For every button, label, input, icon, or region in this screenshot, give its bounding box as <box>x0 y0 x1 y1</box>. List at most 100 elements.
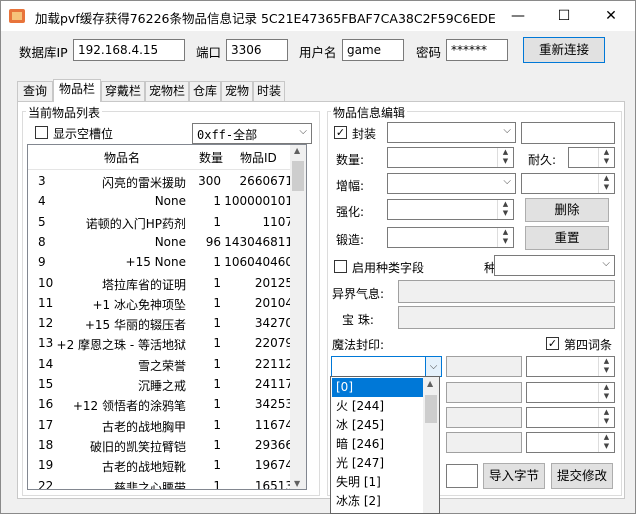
table-row[interactable]: 19 古老的战地短靴 1 19674 <box>28 455 293 475</box>
row-index: 8 <box>38 234 46 249</box>
dropdown-option[interactable]: [0] <box>332 378 424 397</box>
slot-filter-select[interactable]: 0xff-全部 ⌵ <box>192 123 312 144</box>
table-row[interactable]: 3 闪亮的雷米援助 300 2660671 <box>28 171 293 191</box>
magic-seal-stepper-3[interactable]: ▲ ▼ <box>526 407 615 428</box>
seal-label: 封装 <box>352 127 377 141</box>
dropdown-option[interactable]: 暗 [246] <box>332 435 424 454</box>
seal-value-field[interactable] <box>521 122 615 144</box>
row-quantity: 1 <box>213 275 221 290</box>
chevron-down-icon: ⌵ <box>602 258 610 269</box>
row-item-name: +15 None <box>125 255 186 270</box>
tab-pet-bag[interactable]: 宠物栏 <box>145 81 189 101</box>
port-field[interactable]: 3306 <box>226 39 288 61</box>
table-row[interactable]: 15 沉睡之戒 1 24117 <box>28 374 293 394</box>
dropdown-option[interactable]: 火 [244] <box>332 397 424 416</box>
ip-field[interactable]: 192.168.4.15 <box>73 39 185 61</box>
magic-seal-stepper-2[interactable]: ▲ ▼ <box>526 382 615 403</box>
item-table[interactable]: 物品名 数量 物品ID 3 闪亮的雷米援助 300 2660671 4 None 1 1000… <box>27 144 307 490</box>
enable-type-label: 启用种类字段 <box>352 261 425 275</box>
password-field[interactable]: ****** <box>446 39 508 61</box>
type-select[interactable]: ⌵ <box>494 255 615 276</box>
table-row[interactable]: 10 塔拉库省的证明 1 20125 <box>28 273 293 293</box>
dropdown-option[interactable]: 失明 [1] <box>332 473 424 492</box>
tab-inventory[interactable]: 物品栏 <box>53 79 101 102</box>
dropdown-scrollbar[interactable]: ▲ <box>423 377 439 513</box>
enable-type-checkbox[interactable] <box>334 260 347 273</box>
tab-avatar[interactable]: 时装 <box>253 81 285 101</box>
table-row[interactable]: 8 None 96 143046811 <box>28 232 293 252</box>
row-item-name: +2 摩恩之珠 - 等活地狱 <box>56 338 186 353</box>
magic-seal-field-1[interactable] <box>446 356 522 377</box>
magic-seal-stepper-4[interactable]: ▲ ▼ <box>526 432 615 453</box>
table-row[interactable]: 16 +12 领悟者的涂鸦笔 1 34253 <box>28 394 293 414</box>
show-empty-checkbox[interactable] <box>35 126 48 139</box>
row-item-name: 雪之荣誉 <box>137 358 186 373</box>
seal-checkbox[interactable]: ✓ <box>334 126 347 139</box>
amplify-label: 增幅: <box>336 179 365 193</box>
row-index: 4 <box>38 194 46 209</box>
row-quantity: 1 <box>213 194 221 209</box>
close-button[interactable]: ✕ <box>588 1 634 31</box>
magic-seal-select-1[interactable]: ⌵ <box>331 356 442 377</box>
col-header-qty[interactable]: 数量 <box>199 149 223 166</box>
dropdown-option[interactable]: 光 [247] <box>332 454 424 473</box>
chevron-down-icon: ⌵ <box>425 357 441 376</box>
minimize-button[interactable]: — <box>495 1 541 31</box>
magic-seal-stepper-1[interactable]: ▲ ▼ <box>526 356 615 377</box>
table-row[interactable]: 12 +15 华丽的辍压者 1 34270 <box>28 313 293 333</box>
table-row[interactable]: 13 +2 摩恩之珠 - 等活地狱 1 22079 <box>28 333 293 353</box>
gem-field[interactable] <box>398 306 615 329</box>
table-row[interactable]: 18 破旧的凯笑拉臂铠 1 29366 <box>28 435 293 455</box>
scroll-thumb[interactable] <box>425 395 437 423</box>
main-window: 加载pvf缓存获得76226条物品信息记录 5C21E47365FBAF7CA3… <box>0 0 636 514</box>
reinforce-stepper[interactable]: ▲ ▼ <box>387 199 514 220</box>
table-row[interactable]: 22 慈悲之心腰带 1 16513 <box>28 476 293 490</box>
otherworld-field[interactable] <box>398 280 615 303</box>
magic-seal-field-2[interactable] <box>446 382 522 403</box>
magic-seal-field-3[interactable] <box>446 407 522 428</box>
tab-storage[interactable]: 仓库 <box>189 81 221 101</box>
user-label: 用户名 <box>299 45 337 60</box>
amplify-stepper[interactable]: ▲ ▼ <box>521 173 615 194</box>
tab-equipment[interactable]: 穿戴栏 <box>101 81 145 101</box>
dropdown-option[interactable]: 冰冻 [2] <box>332 492 424 511</box>
seal-select[interactable]: ⌵ <box>387 122 516 143</box>
submit-button[interactable]: 提交修改 <box>551 463 613 489</box>
table-row[interactable]: 17 古老的战地胸甲 1 11674 <box>28 415 293 435</box>
scroll-down-icon[interactable]: ▼ <box>294 479 300 488</box>
row-item-name: 慈悲之心腰带 <box>113 480 186 490</box>
row-item-id: 2660671 <box>239 174 293 188</box>
row-item-name: None <box>154 234 186 249</box>
magic-seal-field-4[interactable] <box>446 432 522 453</box>
table-row[interactable]: 14 雪之荣誉 1 22112 <box>28 354 293 374</box>
quantity-stepper[interactable]: ▲ ▼ <box>387 147 514 168</box>
maximize-button[interactable]: ☐ <box>541 1 587 31</box>
table-row[interactable]: 11 +1 冰心免神项坠 1 20104 <box>28 293 293 313</box>
durability-stepper[interactable]: ▲ ▼ <box>568 147 615 168</box>
tab-pet[interactable]: 宠物 <box>221 81 253 101</box>
table-row[interactable]: 9 +15 None 1 106040460 <box>28 252 293 272</box>
col-header-id[interactable]: 物品ID <box>240 149 277 166</box>
bytes-field[interactable] <box>446 464 478 488</box>
table-row[interactable]: 4 None 1 100000101 <box>28 191 293 211</box>
amplify-select[interactable]: ⌵ <box>387 173 516 194</box>
reset-button[interactable]: 重置 <box>525 226 609 250</box>
delete-button[interactable]: 删除 <box>525 198 609 222</box>
import-bytes-button[interactable]: 导入字节 <box>483 463 545 489</box>
dropdown-option[interactable]: 冰 [245] <box>332 416 424 435</box>
table-row[interactable]: 5 诺顿的入门HP药剂 1 1107 <box>28 212 293 232</box>
reconnect-button[interactable]: 重新连接 <box>523 37 605 63</box>
chevron-down-icon: ⌵ <box>503 176 511 187</box>
user-field[interactable]: game <box>342 39 404 61</box>
forge-stepper[interactable]: ▲ ▼ <box>387 227 514 248</box>
fourth-entry-label: 第四词条 <box>564 338 613 352</box>
item-table-scrollbar[interactable]: ▲ ▼ <box>290 145 306 489</box>
col-header-name[interactable]: 物品名 <box>104 149 140 166</box>
tab-query[interactable]: 查询 <box>17 81 53 101</box>
reinforce-label: 强化: <box>336 205 365 219</box>
scroll-up-icon[interactable]: ▲ <box>427 379 433 388</box>
magic-seal-dropdown-list[interactable]: [0] 火 [244] 冰 [245] 暗 [246] 光 [247] 失明 [1] 冰冻 … <box>330 376 440 514</box>
scroll-thumb[interactable] <box>292 161 304 191</box>
fourth-entry-checkbox[interactable]: ✓ <box>546 337 559 350</box>
scroll-up-icon[interactable]: ▲ <box>294 146 300 155</box>
